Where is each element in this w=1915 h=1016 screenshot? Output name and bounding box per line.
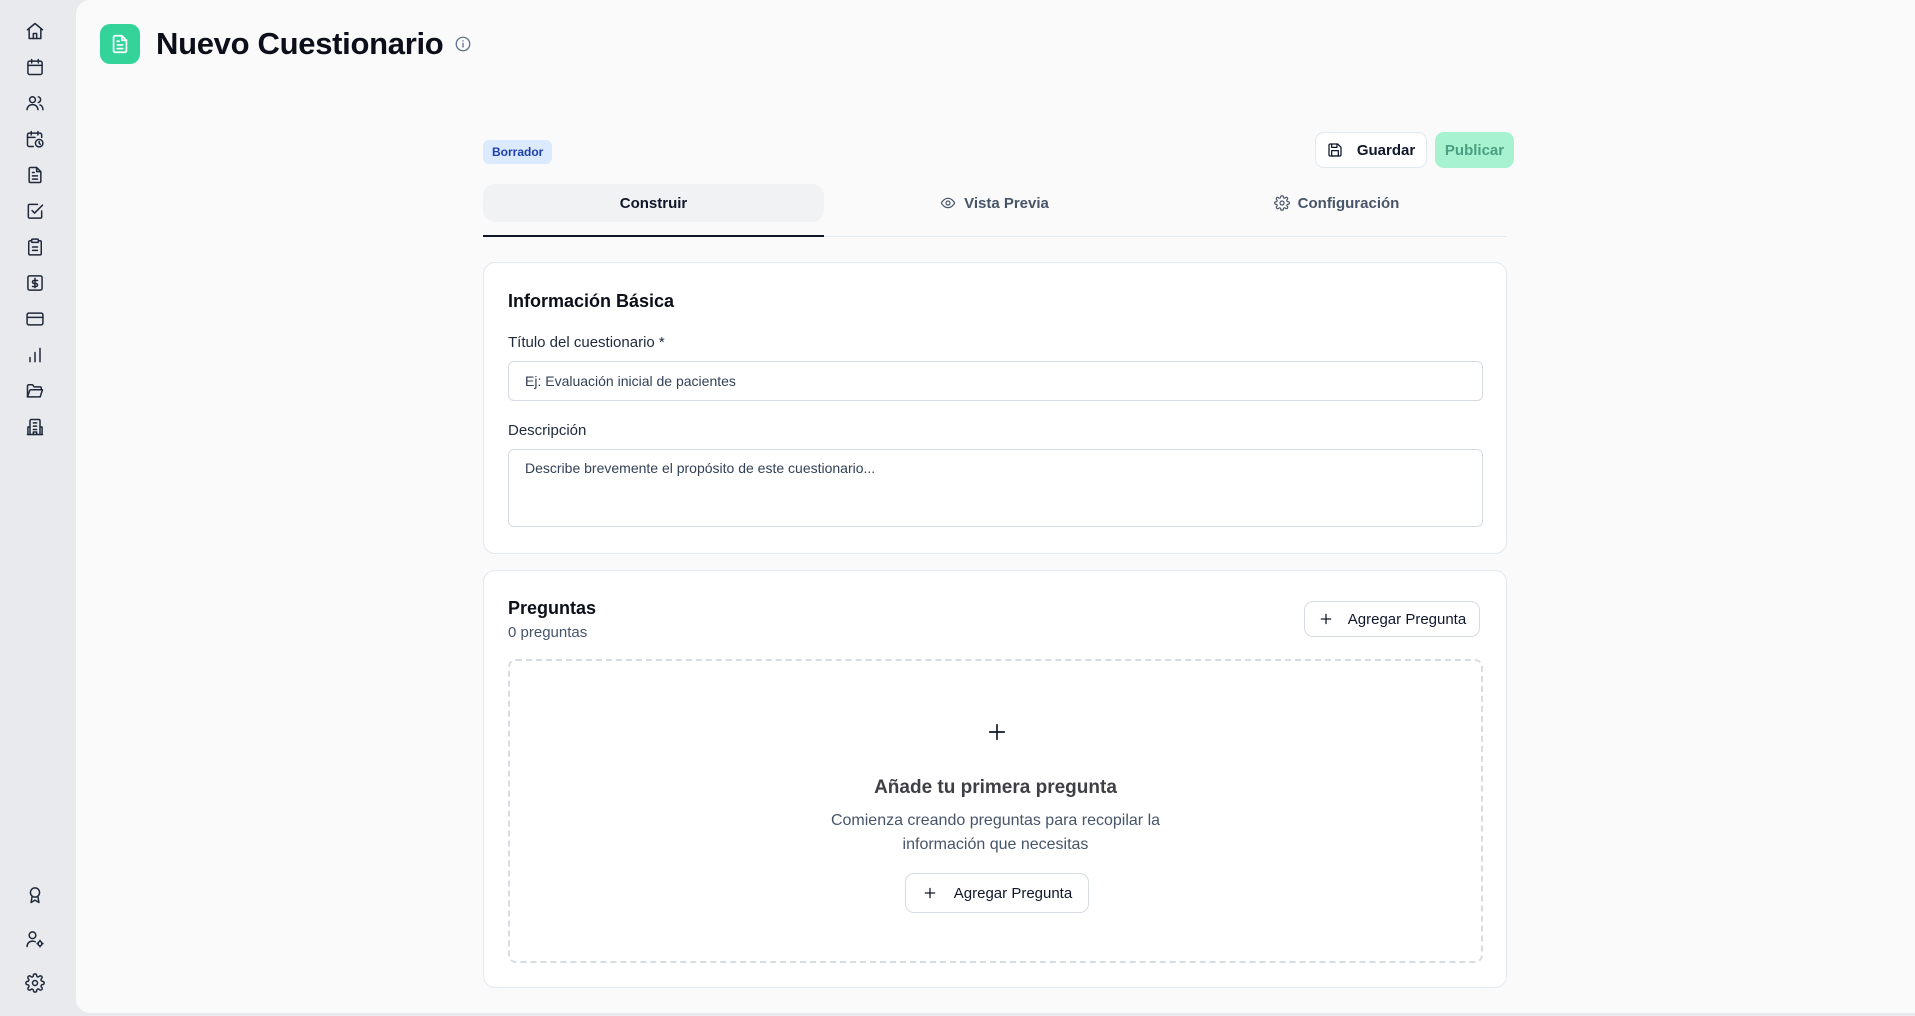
calendar-clock-icon	[26, 130, 44, 148]
title-field-label: Título del cuestionario *	[508, 334, 665, 351]
empty-state-description: Comienza creando preguntas para recopila…	[830, 812, 1161, 853]
sidebar-item-home[interactable]	[20, 16, 50, 46]
plus-icon	[986, 721, 1010, 745]
tab-build[interactable]: Construir	[483, 184, 824, 237]
save-button[interactable]: Guardar	[1315, 132, 1427, 168]
questions-card: Preguntas 0 preguntas Agregar Pregunta A…	[483, 570, 1507, 988]
home-icon	[26, 22, 44, 40]
eye-icon	[940, 197, 956, 209]
save-icon	[1328, 143, 1342, 157]
tab-preview[interactable]: Vista Previa	[824, 184, 1165, 236]
calendar-icon	[27, 58, 43, 76]
page-header: Nuevo Cuestionario	[100, 24, 473, 64]
sidebar-item-billing[interactable]	[20, 268, 50, 298]
info-icon[interactable]	[453, 34, 473, 54]
folder-open-icon	[26, 384, 44, 398]
questions-title: Preguntas	[508, 598, 597, 618]
publish-button-label: Publicar	[1444, 141, 1505, 159]
sidebar-item-tasks[interactable]	[20, 196, 50, 226]
sidebar-item-clipboard[interactable]	[20, 232, 50, 262]
dollar-square-icon	[27, 275, 43, 291]
building-icon	[26, 418, 44, 436]
basic-info-title: Información Básica	[508, 291, 675, 311]
sidebar-item-schedule[interactable]	[20, 124, 50, 154]
add-question-label: Agregar Pregunta	[1347, 610, 1467, 628]
basic-info-card: Información Básica Título del cuestionar…	[483, 262, 1507, 554]
questions-empty-state: Añade tu primera pregunta Comienza crean…	[508, 659, 1483, 963]
tab-settings-label: Configuración	[1297, 194, 1400, 212]
check-square-icon	[27, 203, 44, 219]
publish-button[interactable]: Publicar	[1435, 132, 1514, 168]
plus-icon	[924, 887, 936, 899]
add-first-question-label: Agregar Pregunta	[953, 884, 1073, 902]
main-panel: Nuevo Cuestionario Borrador Guardar Publ…	[76, 0, 1915, 1013]
award-icon	[29, 887, 41, 904]
empty-state-title: Añade tu primera pregunta	[874, 777, 1117, 798]
sidebar-item-awards[interactable]	[20, 880, 50, 910]
clipboard-icon	[28, 238, 42, 256]
tab-bar: Construir Vista Previa Configuración	[483, 184, 1507, 237]
sidebar-item-calendar[interactable]	[20, 52, 50, 82]
add-question-button[interactable]: Agregar Pregunta	[1304, 601, 1480, 637]
gear-icon	[25, 973, 45, 993]
questions-count: 0 preguntas	[508, 624, 588, 641]
tab-build-label: Construir	[619, 194, 688, 212]
plus-icon	[1320, 613, 1332, 625]
sidebar-item-files[interactable]	[20, 376, 50, 406]
add-first-question-button[interactable]: Agregar Pregunta	[905, 873, 1089, 913]
user-cog-icon	[26, 931, 44, 948]
file-text-icon	[28, 166, 42, 184]
sidebar-item-reports[interactable]	[20, 340, 50, 370]
sidebar-item-organization[interactable]	[20, 412, 50, 442]
sidebar	[0, 0, 76, 1016]
tab-preview-label: Vista Previa	[964, 194, 1049, 212]
page-title: Nuevo Cuestionario	[156, 26, 444, 61]
description-field[interactable]	[508, 449, 1483, 527]
description-field-label: Descripción	[508, 422, 587, 439]
gear-icon	[1273, 195, 1290, 211]
sidebar-item-profile[interactable]	[20, 924, 50, 954]
sidebar-item-users[interactable]	[20, 88, 50, 118]
file-text-icon	[112, 34, 128, 54]
status-badge: Borrador	[483, 140, 553, 164]
credit-card-icon	[26, 312, 44, 326]
sidebar-item-settings[interactable]	[20, 968, 50, 998]
page-logo	[100, 24, 140, 64]
users-icon	[26, 96, 44, 111]
bar-chart-icon	[29, 347, 41, 363]
sidebar-item-payments[interactable]	[20, 304, 50, 334]
save-button-label: Guardar	[1356, 141, 1416, 159]
sidebar-item-documents[interactable]	[20, 160, 50, 190]
tab-settings[interactable]: Configuración	[1166, 184, 1507, 236]
title-field[interactable]	[508, 361, 1483, 401]
